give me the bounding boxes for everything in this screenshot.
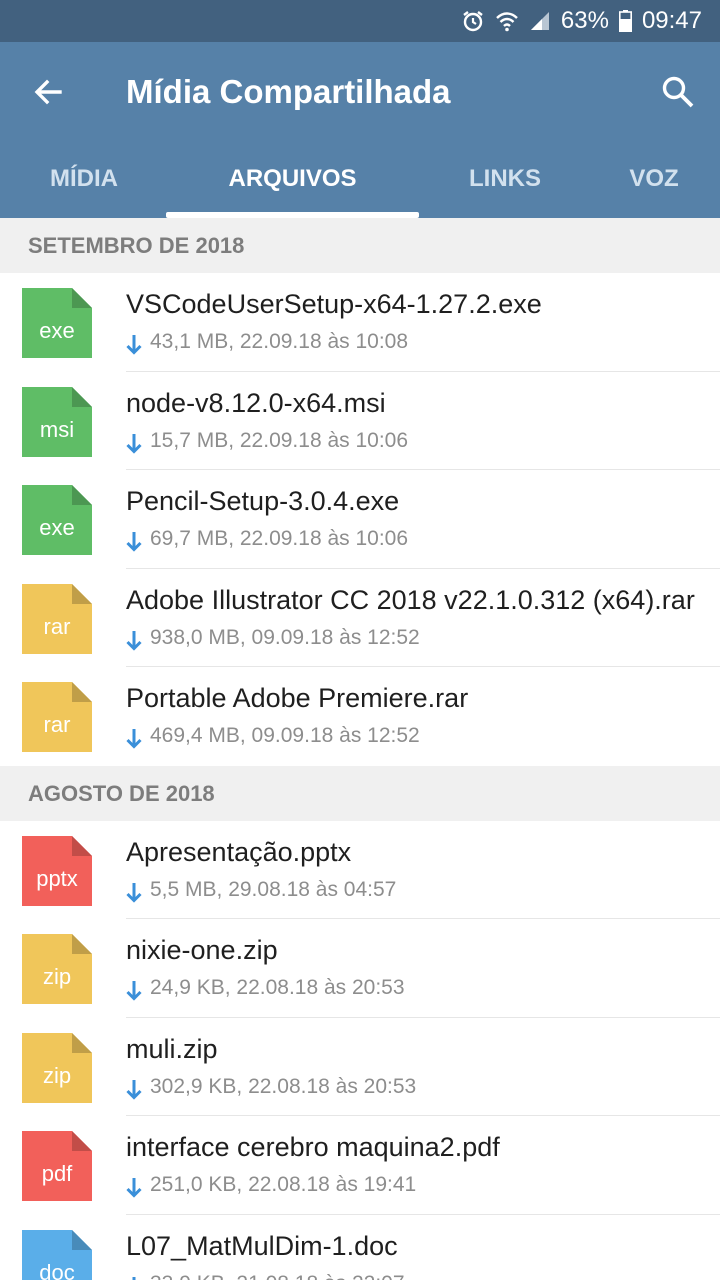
- file-meta: 469,4 MB, 09.09.18 às 12:52: [150, 724, 420, 747]
- file-type-icon: zip: [22, 934, 92, 1004]
- tab-arquivos[interactable]: ARQUIVOS: [166, 154, 419, 218]
- app-bar: Mídia Compartilhada MÍDIA ARQUIVOS LINKS…: [0, 42, 720, 218]
- file-extension: zip: [42, 964, 72, 989]
- file-meta: 69,7 MB, 22.09.18 às 10:06: [150, 527, 409, 550]
- file-name: Portable Adobe Premiere.rar: [126, 683, 469, 713]
- file-meta: 15,7 MB, 22.09.18 às 10:06: [150, 428, 409, 452]
- signal-icon: [529, 10, 551, 32]
- file-list[interactable]: SETEMBRO DE 2018 exe VSCodeUserSetup-x64…: [0, 218, 720, 1280]
- file-name: interface cerebro maquina2.pdf: [126, 1132, 500, 1162]
- alarm-icon: [461, 9, 485, 33]
- file-name: node-v8.12.0-x64.msi: [126, 387, 386, 418]
- file-extension: pdf: [41, 1161, 73, 1186]
- battery-icon: [618, 10, 632, 32]
- file-meta: 24,9 KB, 22.08.18 às 20:53: [150, 976, 405, 999]
- download-icon[interactable]: [126, 980, 142, 1002]
- file-extension: rar: [43, 712, 71, 737]
- arrow-left-icon: [34, 79, 62, 105]
- download-icon[interactable]: [126, 1276, 142, 1280]
- file-extension: zip: [42, 1062, 72, 1088]
- file-name: Pencil-Setup-3.0.4.exe: [126, 486, 400, 516]
- list-item[interactable]: doc L07_MatMulDim-1.doc 33,9 KB, 21.08.1…: [0, 1214, 720, 1280]
- file-meta: 302,9 KB, 22.08.18 às 20:53: [150, 1074, 417, 1098]
- file-extension: exe: [39, 318, 75, 343]
- file-type-icon: doc: [22, 1229, 92, 1280]
- list-item[interactable]: zip muli.zip 302,9 KB, 22.08.18 às 20:53: [0, 1017, 720, 1116]
- download-icon[interactable]: [126, 1079, 142, 1101]
- file-meta: 938,0 MB, 09.09.18 às 12:52: [150, 625, 420, 649]
- download-icon[interactable]: [126, 433, 142, 455]
- download-icon[interactable]: [126, 728, 142, 750]
- file-meta: 5,5 MB, 29.08.18 às 04:57: [150, 877, 397, 901]
- file-type-icon: zip: [22, 1032, 92, 1103]
- battery-percent: 63%: [560, 7, 609, 34]
- download-icon[interactable]: [126, 1177, 142, 1199]
- tab-links[interactable]: LINKS: [445, 154, 565, 218]
- back-button[interactable]: [26, 70, 70, 114]
- download-icon[interactable]: [126, 531, 142, 553]
- list-item[interactable]: rar Adobe Illustrator CC 2018 v22.1.0.31…: [0, 568, 720, 667]
- file-type-icon: msi: [22, 386, 92, 457]
- file-extension: exe: [39, 515, 75, 540]
- status-bar: 63% 09:47: [0, 0, 720, 42]
- file-extension: rar: [43, 613, 71, 639]
- list-item[interactable]: exe Pencil-Setup-3.0.4.exe 69,7 MB, 22.0…: [0, 470, 720, 569]
- file-extension: msi: [39, 416, 75, 442]
- file-meta: 33,9 KB, 21.08.18 às 22:07: [150, 1272, 405, 1280]
- file-name: muli.zip: [126, 1033, 218, 1064]
- file-type-icon: pptx: [22, 835, 92, 906]
- file-extension: doc: [39, 1259, 75, 1280]
- list-item[interactable]: zip nixie-one.zip 24,9 KB, 22.08.18 às 2…: [0, 919, 720, 1018]
- file-name: Apresentação.pptx: [126, 836, 352, 867]
- file-meta: 43,1 MB, 22.09.18 às 10:08: [150, 330, 409, 353]
- section-header: SETEMBRO DE 2018: [0, 218, 720, 273]
- tab-midia[interactable]: MÍDIA: [22, 154, 146, 218]
- tab-voz[interactable]: VOZ: [600, 154, 708, 218]
- clock-time: 09:47: [641, 7, 702, 34]
- list-item[interactable]: pptx Apresentação.pptx 5,5 MB, 29.08.18 …: [0, 820, 720, 919]
- file-type-icon: pdf: [22, 1131, 92, 1201]
- download-icon[interactable]: [126, 630, 142, 652]
- download-icon[interactable]: [126, 334, 142, 356]
- list-item[interactable]: msi node-v8.12.0-x64.msi 15,7 MB, 22.09.…: [0, 371, 720, 470]
- file-name: nixie-one.zip: [126, 935, 278, 965]
- file-extension: pptx: [36, 865, 78, 891]
- download-icon[interactable]: [126, 882, 142, 904]
- file-meta: 251,0 KB, 22.08.18 às 19:41: [150, 1173, 417, 1196]
- list-item[interactable]: pdf interface cerebro maquina2.pdf 251,0…: [0, 1116, 720, 1215]
- wifi-icon: [495, 10, 519, 32]
- file-type-icon: exe: [22, 485, 92, 555]
- file-type-icon: rar: [22, 682, 92, 752]
- file-name: VSCodeUserSetup-x64-1.27.2.exe: [126, 289, 542, 319]
- page-title: Mídia Compartilhada: [126, 73, 451, 110]
- search-button[interactable]: [656, 70, 700, 114]
- section-header: AGOSTO DE 2018: [0, 765, 720, 821]
- file-name: L07_MatMulDim-1.doc: [126, 1230, 398, 1261]
- file-type-icon: exe: [22, 288, 92, 358]
- file-type-icon: rar: [22, 583, 92, 654]
- search-icon: [662, 76, 694, 108]
- file-name: Adobe Illustrator CC 2018 v22.1.0.312 (x…: [126, 584, 695, 615]
- list-item[interactable]: exe VSCodeUserSetup-x64-1.27.2.exe 43,1 …: [0, 273, 720, 372]
- list-item[interactable]: rar Portable Adobe Premiere.rar 469,4 MB…: [0, 667, 720, 766]
